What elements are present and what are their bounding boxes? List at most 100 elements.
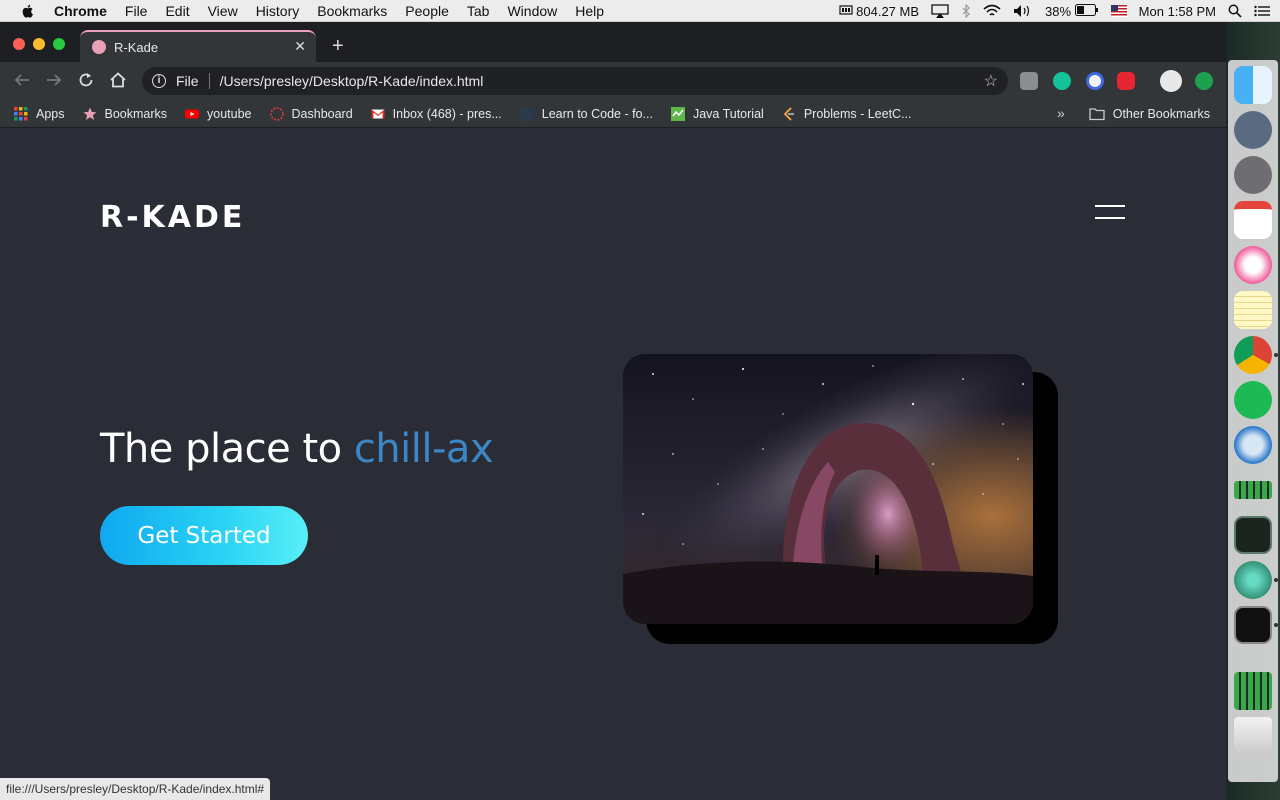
menu-help[interactable]: Help <box>575 3 604 19</box>
address-scheme: File <box>176 73 199 89</box>
dock-running-indicator <box>1274 353 1278 357</box>
bookmark-inbox[interactable]: Inbox (468) - pres... <box>371 107 502 121</box>
calendar-icon[interactable] <box>1234 201 1272 239</box>
reload-button[interactable] <box>76 71 96 91</box>
forward-button[interactable] <box>44 71 64 91</box>
profile-avatar[interactable] <box>1160 70 1182 92</box>
tab-favicon-icon <box>92 40 106 54</box>
clock[interactable]: Mon 1:58 PM <box>1139 4 1216 19</box>
menu-history[interactable]: History <box>256 3 300 19</box>
bookmark-label: Dashboard <box>291 106 353 121</box>
stop-extension-icon[interactable] <box>1117 72 1135 90</box>
us-flag-icon[interactable] <box>1110 5 1127 17</box>
ublock-extension-icon[interactable] <box>1020 72 1038 90</box>
apple-logo-icon[interactable] <box>20 3 36 19</box>
hero-image <box>623 354 1033 624</box>
tab-r-kade[interactable]: R-Kade ✕ <box>80 30 316 62</box>
freecodecamp-icon <box>519 106 534 121</box>
back-button[interactable] <box>12 71 32 91</box>
update-arrow-icon[interactable] <box>1195 72 1213 90</box>
menu-tab[interactable]: Tab <box>467 3 490 19</box>
quicktime-icon[interactable] <box>1234 426 1272 464</box>
downloads-stack-icon[interactable] <box>1234 672 1272 710</box>
folder-icon <box>1089 108 1105 121</box>
tab-title: R-Kade <box>114 39 159 55</box>
menu-view[interactable]: View <box>208 3 238 19</box>
trash-icon[interactable] <box>1234 717 1272 755</box>
other-bookmarks[interactable]: Other Bookmarks <box>1089 100 1210 128</box>
bookmark-star-icon[interactable]: ☆ <box>984 71 998 91</box>
dock-running-indicator <box>1274 578 1278 582</box>
headline-accent: chill-ax <box>353 426 494 472</box>
atom-editor-icon[interactable] <box>1234 561 1272 599</box>
tab-strip: R-Kade ✕ + <box>0 22 1226 62</box>
grammarly-extension-icon[interactable] <box>1053 72 1071 90</box>
night-sky-arch-illustration <box>623 354 1033 624</box>
window-zoom-button[interactable] <box>53 38 65 50</box>
window-close-button[interactable] <box>13 38 25 50</box>
finder-icon[interactable] <box>1234 66 1272 104</box>
bookmark-java-tutorial[interactable]: Java Tutorial <box>670 106 764 121</box>
bookmark-dashboard[interactable]: Dashboard <box>269 106 353 121</box>
bookmark-learn-to-code[interactable]: Learn to Code - fo... <box>519 106 653 121</box>
youtube-icon <box>185 109 200 118</box>
other-bookmarks-label: Other Bookmarks <box>1112 107 1210 121</box>
activity-monitor-icon[interactable] <box>1234 516 1272 554</box>
hero-headline: The place to chill-ax <box>100 426 494 472</box>
system-preferences-gear-icon[interactable] <box>1234 156 1272 194</box>
new-tab-button[interactable]: + <box>332 36 344 56</box>
bookmarks-overflow-chevron-icon[interactable]: » <box>1057 105 1065 121</box>
notification-center-icon[interactable] <box>1254 5 1270 17</box>
menu-people[interactable]: People <box>405 3 449 19</box>
home-icon <box>110 72 126 88</box>
menu-window[interactable]: Window <box>507 3 557 19</box>
chrome-window: R-Kade ✕ + i File /Users/presley/Desktop… <box>0 22 1226 800</box>
battery-status[interactable]: 38% <box>1045 3 1099 19</box>
bookmark-leetcode[interactable]: Problems - LeetC... <box>782 107 912 121</box>
blocker-extension-icon[interactable] <box>1086 72 1104 90</box>
site-info-icon[interactable]: i <box>152 74 166 88</box>
airplay-icon[interactable] <box>931 4 949 18</box>
spotify-icon[interactable] <box>1234 381 1272 419</box>
bookmark-bookmarks[interactable]: Bookmarks <box>83 107 167 121</box>
bookmark-label: Problems - LeetC... <box>803 106 912 121</box>
volume-icon[interactable] <box>1013 4 1033 18</box>
page-viewport: R-KADE The place to chill-ax Get Started <box>0 128 1226 800</box>
bookmark-label: Inbox (468) - pres... <box>392 106 502 121</box>
tab-close-icon[interactable]: ✕ <box>294 38 306 55</box>
bookmarks-bar: Apps Bookmarks youtube Dashboard Inbox (… <box>0 100 1226 128</box>
star-icon <box>83 107 96 120</box>
terminal-icon[interactable] <box>1234 606 1272 644</box>
notes-icon[interactable] <box>1234 291 1272 329</box>
spotlight-search-icon[interactable] <box>1228 4 1242 18</box>
leetcode-icon <box>783 106 794 121</box>
launchpad-rocket-icon[interactable] <box>1234 111 1272 149</box>
site-logo[interactable]: R-KADE <box>100 200 245 235</box>
macos-dock <box>1226 22 1280 800</box>
reload-icon <box>79 73 93 87</box>
menu-app-name[interactable]: Chrome <box>54 3 107 19</box>
headline-prefix: The place to <box>100 426 354 472</box>
memory-chip-icon <box>838 4 853 15</box>
itunes-music-icon[interactable] <box>1234 246 1272 284</box>
menu-edit[interactable]: Edit <box>165 3 189 19</box>
menu-file[interactable]: File <box>125 3 148 19</box>
bluetooth-icon[interactable] <box>961 4 971 18</box>
memory-status[interactable]: 804.27 MB <box>838 4 919 19</box>
address-bar[interactable]: i File /Users/presley/Desktop/R-Kade/ind… <box>142 67 1008 95</box>
chrome-icon[interactable] <box>1234 336 1272 374</box>
window-minimize-button[interactable] <box>33 38 45 50</box>
java-icon <box>670 106 685 121</box>
bookmark-youtube[interactable]: youtube <box>185 107 252 121</box>
hamburger-menu-icon[interactable] <box>1095 202 1125 220</box>
apps-grid-icon <box>14 106 28 120</box>
home-button[interactable] <box>108 71 128 91</box>
back-arrow-icon <box>14 74 29 86</box>
menu-bookmarks[interactable]: Bookmarks <box>317 3 387 19</box>
link-status-bubble: file:///Users/presley/Desktop/R-Kade/ind… <box>0 778 271 800</box>
hamburger-line <box>1095 205 1125 207</box>
memory-monitor-icon[interactable] <box>1234 481 1272 499</box>
bookmark-apps[interactable]: Apps <box>14 106 65 121</box>
wifi-icon[interactable] <box>983 4 1001 18</box>
get-started-button[interactable]: Get Started <box>100 506 308 565</box>
